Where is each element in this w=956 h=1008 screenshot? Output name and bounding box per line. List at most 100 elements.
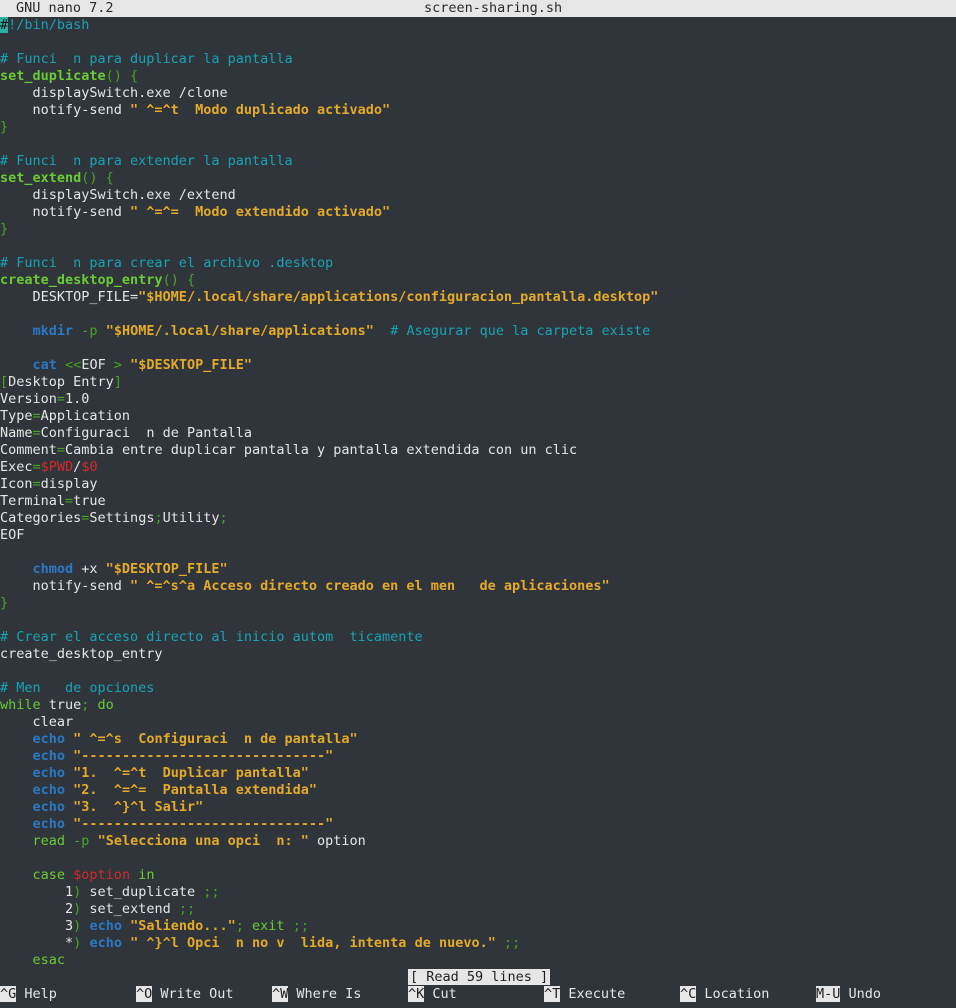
code-line[interactable]: clear <box>0 714 956 731</box>
code-line[interactable]: notify-send " ^=^= Modo extendido activa… <box>0 204 956 221</box>
code-line[interactable]: while true; do <box>0 697 956 714</box>
code-line[interactable]: } <box>0 119 956 136</box>
code-line[interactable]: echo "------------------------------" <box>0 816 956 833</box>
code-token: = <box>32 425 41 441</box>
code-token: echo <box>32 748 66 764</box>
code-line[interactable]: # Crear el acceso directo al inicio auto… <box>0 629 956 646</box>
code-line[interactable]: Categories=Settings;Utility; <box>0 510 956 527</box>
code-token: } <box>0 221 9 237</box>
code-line[interactable]: set_duplicate() { <box>0 68 956 85</box>
shortcut-write-out[interactable]: ^O Write Out <box>136 986 234 1003</box>
code-line[interactable]: echo "------------------------------" <box>0 748 956 765</box>
code-token: !/bin/bash <box>8 17 90 33</box>
code-line[interactable] <box>0 238 956 255</box>
shortcut-key: ^K <box>408 986 425 1002</box>
code-line[interactable]: case $option in <box>0 867 956 884</box>
status-message: [ Read 59 lines ] <box>408 969 551 985</box>
code-line[interactable]: Version=1.0 <box>0 391 956 408</box>
code-line[interactable]: [Desktop Entry] <box>0 374 956 391</box>
code-token: $0 <box>81 459 98 475</box>
code-token: Terminal <box>0 493 66 509</box>
code-line[interactable] <box>0 544 956 561</box>
shortcut-help[interactable]: ^G Help <box>0 986 57 1003</box>
code-line[interactable]: Type=Application <box>0 408 956 425</box>
code-line[interactable] <box>0 136 956 153</box>
code-line[interactable] <box>0 850 956 867</box>
code-line[interactable]: EOF <box>0 527 956 544</box>
code-token: " ^=^s Configuraci n de pantalla" <box>73 731 358 747</box>
code-token: = <box>32 476 41 492</box>
code-token: Name <box>0 425 33 441</box>
code-line[interactable]: notify-send " ^=^s^a Acceso directo crea… <box>0 578 956 595</box>
code-line[interactable]: 2) set_extend ;; <box>0 901 956 918</box>
code-line[interactable]: DESKTOP_FILE="$HOME/.local/share/applica… <box>0 289 956 306</box>
shortcut-label: Help <box>16 986 57 1002</box>
code-line[interactable]: mkdir -p "$HOME/.local/share/application… <box>0 323 956 340</box>
code-token: 3 <box>0 918 74 934</box>
code-line[interactable]: set_extend() { <box>0 170 956 187</box>
code-line[interactable]: Terminal=true <box>0 493 956 510</box>
editor-text-area[interactable]: #!/bin/bash # Funci n para duplicar la pa… <box>0 17 956 969</box>
code-line[interactable]: notify-send " ^=^t Modo duplicado activa… <box>0 102 956 119</box>
code-line[interactable]: chmod +x "$DESKTOP_FILE" <box>0 561 956 578</box>
code-line[interactable]: #!/bin/bash <box>0 17 956 34</box>
code-token: displaySwitch.exe /extend <box>0 187 236 203</box>
code-line[interactable]: Exec=$PWD/$0 <box>0 459 956 476</box>
code-line[interactable]: create_desktop_entry <box>0 646 956 663</box>
code-line[interactable]: create_desktop_entry() { <box>0 272 956 289</box>
code-line[interactable] <box>0 612 956 629</box>
code-line[interactable]: esac <box>0 952 956 969</box>
code-token: EOF <box>81 357 114 373</box>
code-token: 1.0 <box>65 391 90 407</box>
code-token: mkdir <box>32 323 74 339</box>
code-token: # Asegurar que la carpeta existe <box>390 323 651 339</box>
code-line[interactable]: } <box>0 595 956 612</box>
code-line[interactable]: 1) set_duplicate ;; <box>0 884 956 901</box>
code-token: displaySwitch.exe /clone <box>0 85 228 101</box>
code-line[interactable]: cat <<EOF > "$DESKTOP_FILE" <box>0 357 956 374</box>
code-token: esac <box>32 952 66 968</box>
code-token: Desktop Entry <box>8 374 114 390</box>
code-line[interactable]: # Funci n para crear el archivo .desktop <box>0 255 956 272</box>
code-line[interactable]: displaySwitch.exe /extend <box>0 187 956 204</box>
code-line[interactable] <box>0 306 956 323</box>
code-line[interactable]: read -p "Selecciona una opci n: " option <box>0 833 956 850</box>
shortcut-key: ^O <box>136 986 153 1002</box>
code-token: " ^=^s^a Acceso directo creado en el men… <box>130 578 610 594</box>
code-token: * <box>0 935 74 951</box>
code-token: "Saliendo..." <box>130 918 236 934</box>
code-token: do <box>97 697 114 713</box>
code-token: DESKTOP_FILE= <box>0 289 139 305</box>
code-token: " ^=^t Modo duplicado activado" <box>130 102 391 118</box>
code-line[interactable]: echo "2. ^=^= Pantalla extendida" <box>0 782 956 799</box>
shortcut-undo[interactable]: M-U Undo <box>816 986 881 1003</box>
code-line[interactable] <box>0 34 956 51</box>
code-line[interactable]: 3) echo "Saliendo..."; exit ;; <box>0 918 956 935</box>
code-line[interactable]: echo "1. ^=^t Duplicar pantalla" <box>0 765 956 782</box>
code-line[interactable]: # Funci n para extender la pantalla <box>0 153 956 170</box>
code-token: "$DESKTOP_FILE" <box>130 357 253 373</box>
code-line[interactable]: displaySwitch.exe /clone <box>0 85 956 102</box>
code-line[interactable]: echo " ^=^s Configuraci n de pantalla" <box>0 731 956 748</box>
shortcut-execute[interactable]: ^T Execute <box>544 986 625 1003</box>
code-line[interactable]: *) echo " ^}^l Opci n no v lida, intenta… <box>0 935 956 952</box>
code-line[interactable]: # Funci n para duplicar la pantalla <box>0 51 956 68</box>
code-token: echo <box>32 731 66 747</box>
code-line[interactable]: Comment=Cambia entre duplicar pantalla y… <box>0 442 956 459</box>
code-line[interactable] <box>0 663 956 680</box>
shortcut-where-is[interactable]: ^W Where Is <box>272 986 361 1003</box>
code-line[interactable]: Icon=display <box>0 476 956 493</box>
shortcut-cut[interactable]: ^K Cut <box>408 986 457 1003</box>
code-line[interactable] <box>0 340 956 357</box>
code-line[interactable]: echo "3. ^}^l Salir" <box>0 799 956 816</box>
code-line[interactable]: # Men de opciones <box>0 680 956 697</box>
shortcut-location[interactable]: ^C Location <box>680 986 769 1003</box>
code-line[interactable]: Name=Configuraci n de Pantalla <box>0 425 956 442</box>
shortcut-label: Location <box>696 986 770 1002</box>
code-line[interactable]: } <box>0 221 956 238</box>
